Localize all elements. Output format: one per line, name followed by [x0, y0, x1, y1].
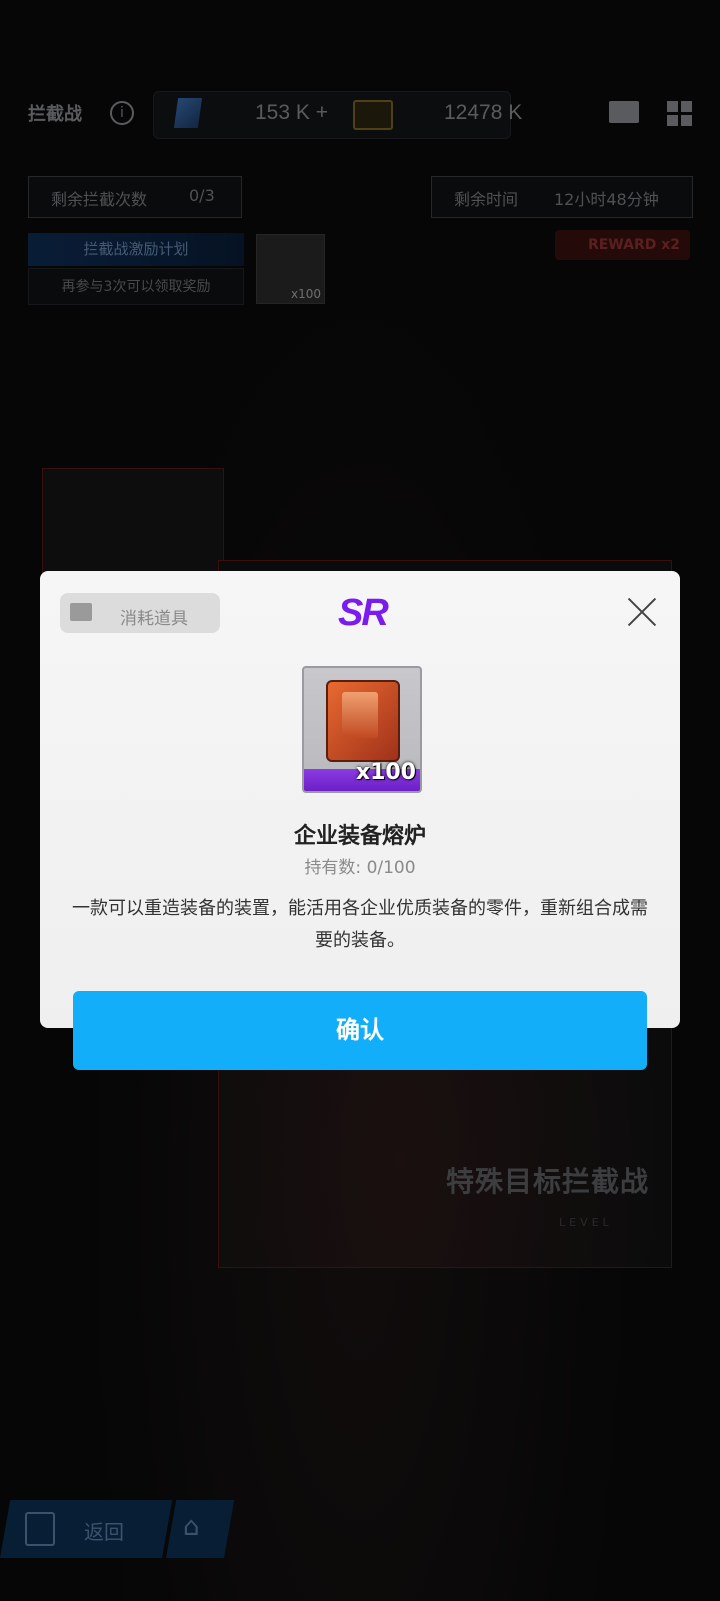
confirm-button[interactable]: 确认 — [73, 991, 647, 1070]
item-info-modal — [40, 571, 680, 1028]
item-image: x100 — [302, 666, 422, 793]
item-count: x100 — [355, 760, 416, 785]
item-type-label: 消耗道具 — [120, 609, 188, 629]
rarity-label: SR — [338, 592, 389, 634]
close-icon[interactable] — [626, 596, 658, 628]
item-description: 一款可以重造装备的装置，能活用各企业优质装备的零件，重新组合成需要的装备。 — [72, 898, 648, 951]
owned-count: 持有数: 0/100 — [304, 858, 416, 878]
item-name: 企业装备熔炉 — [293, 824, 426, 849]
consumable-icon — [70, 603, 92, 621]
furnace-icon — [326, 680, 400, 762]
